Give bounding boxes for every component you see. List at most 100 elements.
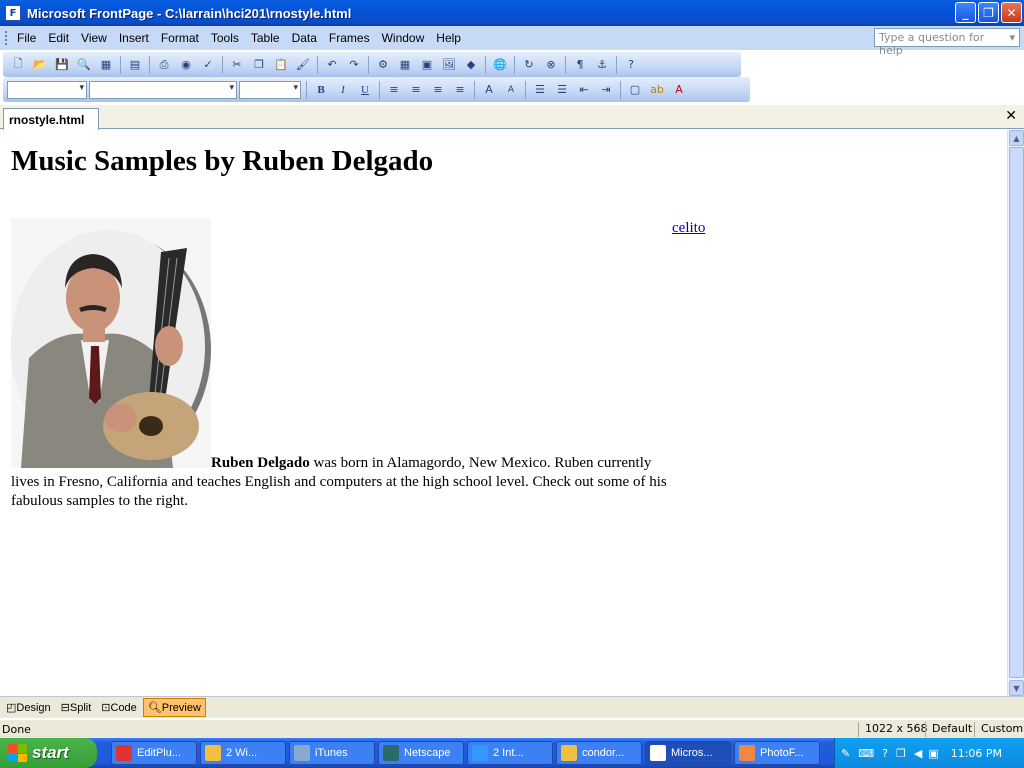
bookmark-icon[interactable]: ⚓ bbox=[594, 57, 610, 73]
insert-picture-icon[interactable]: 🖼 bbox=[441, 57, 457, 73]
menu-view[interactable]: View bbox=[76, 31, 114, 45]
task-internet-explorer[interactable]: 2 Int... bbox=[467, 741, 553, 765]
scroll-up-icon[interactable]: ▲ bbox=[1009, 130, 1024, 146]
menubar-grip[interactable] bbox=[5, 31, 8, 45]
align-left-icon[interactable]: ≡ bbox=[386, 82, 402, 98]
italic-icon[interactable]: I bbox=[335, 82, 351, 98]
status-text: Done bbox=[2, 722, 31, 736]
bullets-icon[interactable]: ☰ bbox=[554, 82, 570, 98]
taskbar: start EditPlu... 2 Wi... iTunes Netscape… bbox=[0, 738, 1024, 768]
task-photofiltre[interactable]: PhotoF... bbox=[734, 741, 820, 765]
minimize-button[interactable]: _ bbox=[955, 2, 976, 23]
format-painter-icon[interactable]: 🖌 bbox=[295, 57, 311, 73]
highlight-icon[interactable]: ab bbox=[649, 82, 665, 98]
frontpage-app-icon[interactable]: F bbox=[5, 5, 21, 21]
scroll-thumb[interactable] bbox=[1009, 147, 1024, 678]
close-button[interactable]: ✕ bbox=[1001, 2, 1022, 23]
task-windows-explorer[interactable]: 2 Wi... bbox=[200, 741, 286, 765]
close-document-icon[interactable]: ✕ bbox=[1005, 108, 1017, 124]
menu-edit[interactable]: Edit bbox=[43, 31, 76, 45]
celito-link[interactable]: celito bbox=[672, 220, 705, 237]
document-tab-strip: rnostyle.html ✕ bbox=[0, 105, 1024, 130]
toggle-pane-icon[interactable]: ▤ bbox=[127, 57, 143, 73]
menu-help[interactable]: Help bbox=[431, 31, 468, 45]
task-netscape[interactable]: Netscape bbox=[378, 741, 464, 765]
help-question-input[interactable]: Type a question for help ▾ bbox=[874, 28, 1020, 57]
cut-icon[interactable]: ✂ bbox=[229, 57, 245, 73]
paste-icon[interactable]: 📋 bbox=[273, 57, 289, 73]
align-right-icon[interactable]: ≡ bbox=[430, 82, 446, 98]
font-size-select[interactable] bbox=[239, 80, 301, 99]
increase-indent-icon[interactable]: ⇥ bbox=[598, 82, 614, 98]
menu-table[interactable]: Table bbox=[246, 31, 287, 45]
menu-format[interactable]: Format bbox=[156, 31, 206, 45]
toolbar-separator bbox=[368, 55, 369, 74]
numbering-icon[interactable]: ☰ bbox=[532, 82, 548, 98]
menu-data[interactable]: Data bbox=[287, 31, 324, 45]
default-mode-indicator[interactable]: Default bbox=[925, 722, 972, 737]
bio-name: Ruben Delgado bbox=[211, 455, 310, 471]
font-color-icon[interactable]: A bbox=[671, 82, 687, 98]
restore-tray-icon[interactable]: ❐ bbox=[896, 747, 906, 760]
preview-in-browser-icon[interactable]: ◉ bbox=[178, 57, 194, 73]
underline-icon[interactable]: U bbox=[357, 82, 373, 98]
decrease-font-icon[interactable]: A bbox=[503, 82, 519, 98]
refresh-icon[interactable]: ↻ bbox=[521, 57, 537, 73]
task-condor[interactable]: condor... bbox=[556, 741, 642, 765]
help-dropdown-icon[interactable]: ▾ bbox=[1009, 31, 1015, 44]
menu-window[interactable]: Window bbox=[377, 31, 432, 45]
open-icon[interactable]: 📂 bbox=[32, 57, 48, 73]
menu-insert[interactable]: Insert bbox=[114, 31, 156, 45]
insert-table-icon[interactable]: ▦ bbox=[397, 57, 413, 73]
borders-icon[interactable]: ▢ bbox=[627, 82, 643, 98]
insert-layer-icon[interactable]: ▣ bbox=[419, 57, 435, 73]
start-button[interactable]: start bbox=[0, 738, 97, 768]
spelling-icon[interactable]: ✓ bbox=[200, 57, 216, 73]
undo-icon[interactable]: ↶ bbox=[324, 57, 340, 73]
clock[interactable]: 11:06 PM bbox=[951, 747, 1002, 760]
tab-preview[interactable]: 🔍︎ Preview bbox=[142, 698, 206, 717]
stop-icon[interactable]: ⊗ bbox=[543, 57, 559, 73]
keyboard-icon[interactable]: ⌨ bbox=[858, 747, 874, 760]
search-icon[interactable]: 🔍 bbox=[76, 57, 92, 73]
pen-icon[interactable]: ✎ bbox=[841, 747, 850, 760]
network-icon[interactable]: ▣ bbox=[928, 747, 938, 760]
tab-preview-label: Preview bbox=[161, 701, 201, 714]
align-center-icon[interactable]: ≡ bbox=[408, 82, 424, 98]
bold-icon[interactable]: B bbox=[313, 82, 329, 98]
drawing-icon[interactable]: ◆ bbox=[463, 57, 479, 73]
web-component-icon[interactable]: ⚙ bbox=[375, 57, 391, 73]
justify-icon[interactable]: ≡ bbox=[452, 82, 468, 98]
tab-design[interactable]: ◰ Design bbox=[2, 699, 55, 716]
tab-code[interactable]: ⊡ Code bbox=[97, 699, 141, 716]
restore-button[interactable]: ❐ bbox=[978, 2, 999, 23]
help-tray-icon[interactable]: ? bbox=[882, 747, 888, 760]
tab-split[interactable]: ⊟ Split bbox=[57, 699, 96, 716]
menu-file[interactable]: File bbox=[12, 31, 43, 45]
hyperlink-icon[interactable]: 🌐 bbox=[492, 57, 508, 73]
help-icon[interactable]: ? bbox=[623, 57, 639, 73]
menu-tools[interactable]: Tools bbox=[206, 31, 246, 45]
decrease-indent-icon[interactable]: ⇤ bbox=[576, 82, 592, 98]
scroll-down-icon[interactable]: ▼ bbox=[1009, 680, 1024, 696]
show-all-icon[interactable]: ¶ bbox=[572, 57, 588, 73]
task-frontpage[interactable]: Micros... bbox=[645, 741, 731, 765]
menu-frames[interactable]: Frames bbox=[324, 31, 377, 45]
page-size-indicator[interactable]: 1022 x 568 bbox=[858, 722, 928, 737]
publish-icon[interactable]: ▦ bbox=[98, 57, 114, 73]
font-select[interactable] bbox=[89, 80, 237, 99]
tray-arrow-icon[interactable]: ◀ bbox=[914, 747, 922, 760]
style-select[interactable] bbox=[7, 80, 87, 99]
condor-icon bbox=[561, 745, 577, 761]
increase-font-icon[interactable]: A bbox=[481, 82, 497, 98]
save-icon[interactable]: 💾 bbox=[54, 57, 70, 73]
task-editplus[interactable]: EditPlu... bbox=[111, 741, 197, 765]
vertical-scrollbar[interactable]: ▲ ▼ bbox=[1007, 130, 1024, 696]
tab-rnostyle[interactable]: rnostyle.html bbox=[3, 108, 100, 130]
copy-icon[interactable]: ❐ bbox=[251, 57, 267, 73]
task-itunes[interactable]: iTunes bbox=[289, 741, 375, 765]
new-page-icon[interactable]: 🗋 bbox=[10, 57, 26, 73]
redo-icon[interactable]: ↷ bbox=[346, 57, 362, 73]
print-icon[interactable]: ⎙ bbox=[156, 57, 172, 73]
custom-mode-indicator[interactable]: Custom bbox=[974, 722, 1023, 737]
